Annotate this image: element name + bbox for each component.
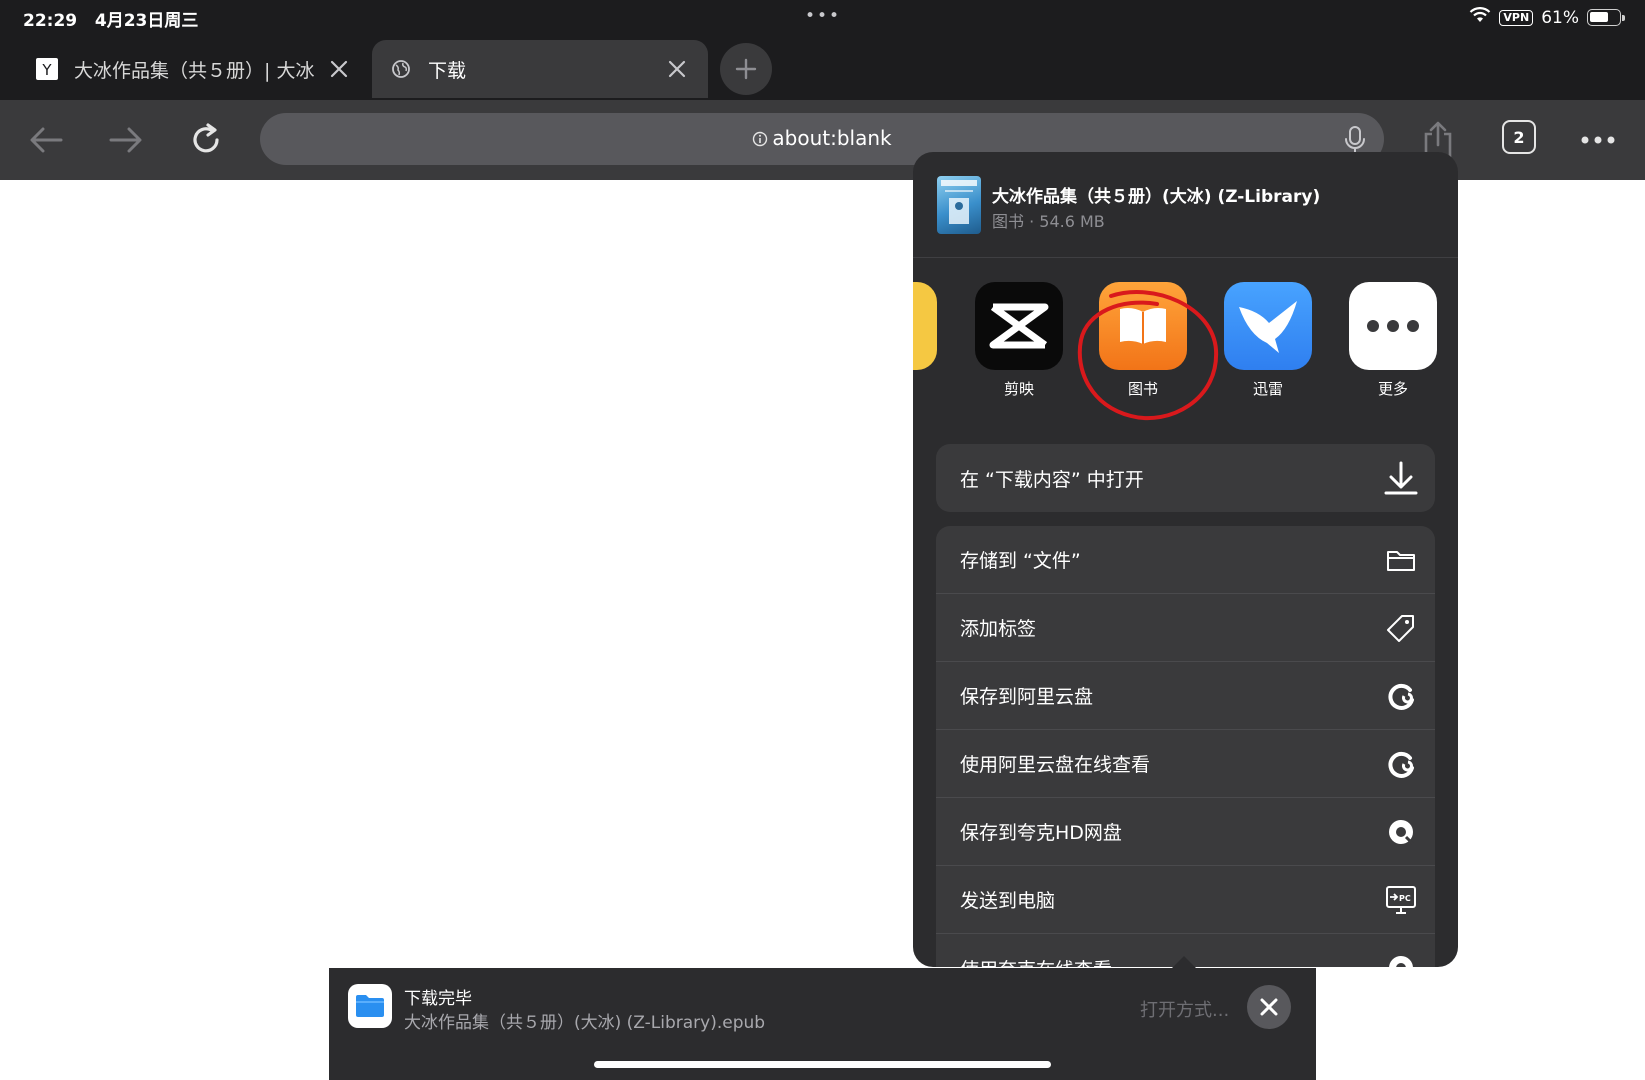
app-more[interactable]: 更多 xyxy=(1349,282,1437,399)
close-tab-icon[interactable] xyxy=(662,54,692,84)
tab-dabing-works[interactable]: Y 大冰作品集（共５册）| 大冰 xyxy=(18,40,370,98)
more-menu-button[interactable] xyxy=(1574,116,1622,164)
vpn-badge: VPN xyxy=(1499,9,1534,26)
save-to-quark-action[interactable]: 保存到夸克HD网盘 xyxy=(936,798,1435,866)
new-tab-button[interactable] xyxy=(720,43,772,95)
status-time: 22:29 4月23日周三 xyxy=(23,6,198,31)
info-icon xyxy=(752,128,768,152)
books-icon xyxy=(1099,282,1187,370)
app-books[interactable]: 图书 xyxy=(1099,282,1187,399)
clock: 22:29 xyxy=(23,11,78,31)
partial-app-icon[interactable] xyxy=(913,282,937,370)
quark-icon xyxy=(1383,814,1419,850)
files-app-icon xyxy=(348,984,392,1028)
home-indicator[interactable] xyxy=(594,1061,1051,1068)
status-indicators: VPN 61% xyxy=(1469,7,1625,28)
download-status: 下载完毕 xyxy=(404,989,472,1009)
app-label: 更多 xyxy=(1377,380,1408,398)
action-label: 存储到 “文件” xyxy=(960,550,1081,572)
send-to-pc-action[interactable]: 发送到电脑 PC xyxy=(936,866,1435,934)
aliyun-drive-icon xyxy=(1383,678,1419,714)
close-tab-icon[interactable] xyxy=(324,54,354,84)
folder-icon xyxy=(1383,542,1419,578)
app-label: 剪映 xyxy=(1003,380,1034,398)
share-sheet: 大冰作品集（共５册）(大冰) (Z-Library) 图书 · 54.6 MB … xyxy=(913,152,1458,967)
file-subtitle: 图书 · 54.6 MB xyxy=(992,212,1105,231)
close-download-button[interactable] xyxy=(1247,985,1291,1029)
reload-button[interactable] xyxy=(182,116,230,164)
share-sheet-header: 大冰作品集（共５册）(大冰) (Z-Library) 图书 · 54.6 MB xyxy=(913,152,1458,258)
app-capcut[interactable]: 剪映 xyxy=(975,282,1063,399)
app-xunlei[interactable]: 迅雷 xyxy=(1224,282,1312,399)
action-label: 使用阿里云盘在线查看 xyxy=(960,754,1151,776)
book-cover-thumbnail xyxy=(937,176,981,234)
tab-strip: Y 大冰作品集（共５册）| 大冰 下载 xyxy=(0,38,1645,100)
save-to-files-action[interactable]: 存储到 “文件” xyxy=(936,526,1435,594)
battery-icon xyxy=(1587,9,1625,26)
open-with-button[interactable]: 打开方式... xyxy=(1140,996,1229,1022)
action-label: 添加标签 xyxy=(960,618,1037,640)
action-label: 在 “下载内容” 中打开 xyxy=(960,468,1144,491)
xunlei-icon xyxy=(1224,282,1312,370)
aliyun-drive-icon xyxy=(1383,746,1419,782)
arrow-right-icon xyxy=(109,127,142,153)
plus-icon xyxy=(735,58,757,80)
svg-text:PC: PC xyxy=(1399,894,1411,903)
tag-icon xyxy=(1383,610,1419,646)
view-in-aliyun-action[interactable]: 使用阿里云盘在线查看 xyxy=(936,730,1435,798)
add-tag-action[interactable]: 添加标签 xyxy=(936,594,1435,662)
send-to-pc-icon: PC xyxy=(1383,882,1419,918)
capcut-icon xyxy=(975,282,1063,370)
download-filename: 大冰作品集（共５册）(大冰) (Z-Library).epub xyxy=(404,1013,766,1033)
file-title: 大冰作品集（共５册）(大冰) (Z-Library) xyxy=(992,187,1321,207)
status-bar: 22:29 4月23日周三 ••• VPN 61% xyxy=(0,0,1645,38)
close-icon xyxy=(1260,998,1278,1016)
action-label: 发送到电脑 xyxy=(960,890,1056,912)
tab-title: 下载 xyxy=(428,59,467,82)
tab-download[interactable]: 下载 xyxy=(372,40,708,98)
primary-action-group: 在 “下载内容” 中打开 xyxy=(936,444,1435,512)
globe-icon xyxy=(390,58,412,80)
reload-icon xyxy=(193,123,219,153)
action-label: 保存到夸克HD网盘 xyxy=(960,822,1122,844)
action-label: 保存到阿里云盘 xyxy=(960,686,1094,708)
app-label: 图书 xyxy=(1127,380,1158,398)
svg-text:Y: Y xyxy=(41,61,52,79)
more-icon xyxy=(1349,282,1437,370)
actions-list: 存储到 “文件” 添加标签 保存到阿里云盘 使用阿里云盘在线查看 保存到夸克HD… xyxy=(936,526,1435,967)
app-label: 迅雷 xyxy=(1252,380,1283,398)
wifi-icon xyxy=(1469,7,1491,28)
forward-button[interactable] xyxy=(102,116,150,164)
share-app-row: 剪映 图书 迅雷 更多 xyxy=(913,258,1458,408)
multitasking-dots[interactable]: ••• xyxy=(805,6,841,26)
date: 4月23日周三 xyxy=(94,11,199,31)
arrow-left-icon xyxy=(30,127,63,153)
tab-title: 大冰作品集（共５册）| 大冰 xyxy=(74,59,315,82)
open-in-downloads-action[interactable]: 在 “下载内容” 中打开 xyxy=(936,444,1435,512)
yandex-logo-icon: Y xyxy=(36,58,58,80)
url-text: about:blank xyxy=(772,126,892,150)
back-button[interactable] xyxy=(22,116,70,164)
save-to-aliyun-action[interactable]: 保存到阿里云盘 xyxy=(936,662,1435,730)
battery-percent: 61% xyxy=(1541,7,1579,28)
download-icon xyxy=(1383,460,1419,496)
tab-switcher-button[interactable]: 2 xyxy=(1502,120,1536,154)
quark-icon xyxy=(1383,950,1419,967)
ellipsis-icon xyxy=(1581,136,1615,144)
address-text: about:blank xyxy=(260,126,1384,152)
